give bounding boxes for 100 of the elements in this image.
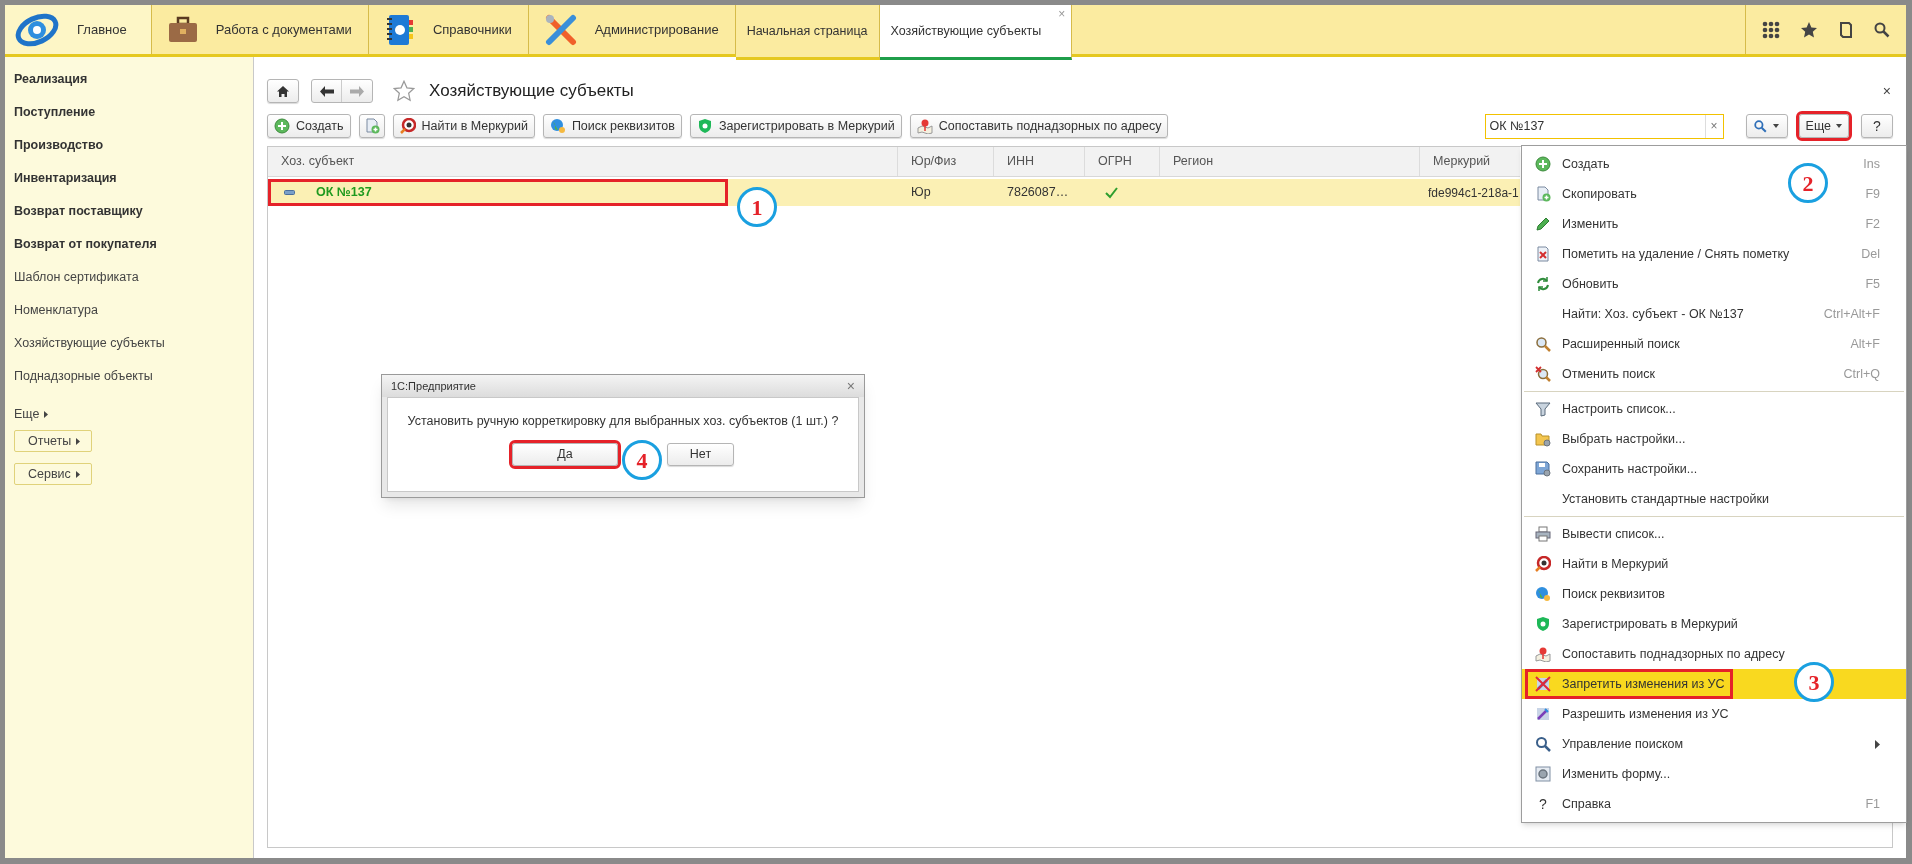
search-field[interactable]: ОК №137 × xyxy=(1484,113,1724,139)
document-plus-icon xyxy=(1535,186,1551,202)
globe-icon xyxy=(549,118,566,134)
dialog-message: Установить ручную корреткировку для выбранных хоз. субъектов (1 шт.) ? xyxy=(407,413,839,430)
pencil-document-icon xyxy=(1535,706,1551,722)
table-cell-text: fde994c1-218a-1 xyxy=(1427,184,1520,202)
search-icon[interactable] xyxy=(1874,21,1890,38)
menu-item[interactable]: Создать xyxy=(1525,149,1618,179)
help-button[interactable]: ? xyxy=(1861,114,1893,138)
sidebar-item[interactable]: Возврат поставщику xyxy=(14,203,253,236)
menu-item[interactable]: Выбрать настройки... xyxy=(1525,424,1694,454)
caret-icon xyxy=(76,437,81,445)
section-tab[interactable]: Справочники xyxy=(368,5,529,54)
menu-item[interactable]: Обновить xyxy=(1525,269,1627,299)
section-tab[interactable]: Главное xyxy=(5,5,152,54)
menu-item[interactable]: Сопоставить поднадзорных по адресу xyxy=(1525,639,1793,669)
caret-icon xyxy=(75,470,80,478)
toolbar-button[interactable]: Создать xyxy=(267,114,351,138)
sidebar-item[interactable]: Реализация xyxy=(14,71,253,104)
dialog-title: 1С:Предприятие xyxy=(391,378,476,394)
close-dialog-button[interactable]: × xyxy=(846,379,855,393)
menu-item[interactable]: Найти в Меркурий xyxy=(1525,549,1677,579)
search-button[interactable] xyxy=(1745,114,1788,138)
toolbar-button[interactable]: Зарегистрировать в Меркурий xyxy=(689,114,902,138)
table-cell-text: 7826087… xyxy=(1006,184,1070,202)
apps-grid-icon[interactable] xyxy=(1762,20,1780,39)
menu-item[interactable]: Сохранить настройки... xyxy=(1525,454,1706,484)
globe-icon xyxy=(1535,586,1551,602)
menu-item[interactable]: Изменить форму... xyxy=(1525,759,1679,789)
column-header[interactable]: ИНН xyxy=(994,147,1085,176)
page-tab[interactable]: Хозяйствующие субъекты × xyxy=(879,5,1073,60)
star-icon[interactable] xyxy=(1800,20,1818,39)
toolbar-button[interactable]: Найти в Меркурий xyxy=(392,114,535,138)
printer-icon xyxy=(1535,526,1551,542)
sidebar-button[interactable]: Сервис xyxy=(14,463,92,485)
menu-item[interactable]: Управление поиском xyxy=(1525,729,1692,759)
shortcut-label: Del xyxy=(1861,245,1880,263)
menu-item[interactable]: Изменить xyxy=(1525,209,1627,239)
menu-item[interactable]: Разрешить изменения из УС xyxy=(1525,699,1737,729)
shortcut-label: F9 xyxy=(1865,185,1880,203)
arrow-right-icon xyxy=(350,85,364,97)
sidebar-item[interactable]: Хозяйствующие субъекты xyxy=(14,335,253,368)
sidebar-item[interactable]: Поднадзорные объекты xyxy=(14,368,253,401)
menu-item[interactable]: Вывести список... xyxy=(1525,519,1673,549)
folder-gear-icon xyxy=(1535,431,1551,447)
caret-icon xyxy=(1773,124,1780,128)
shortcut-label: Ctrl+Alt+F xyxy=(1823,305,1880,323)
shield-icon xyxy=(1535,616,1551,632)
shortcut-label: F1 xyxy=(1865,795,1880,813)
menu-item[interactable]: Зарегистрировать в Меркурий xyxy=(1525,609,1746,639)
toolbar-button[interactable]: Поиск реквизитов xyxy=(542,114,682,138)
column-header[interactable]: Регион xyxy=(1160,147,1420,176)
dialog-button[interactable]: Да xyxy=(512,442,618,466)
pencil-icon xyxy=(1535,216,1551,232)
section-tab[interactable]: Администрирование xyxy=(528,5,736,54)
star-outline-icon[interactable] xyxy=(393,80,415,102)
plus-circle-icon xyxy=(1535,156,1551,172)
shortcut-label: F2 xyxy=(1865,215,1880,233)
sidebar-item[interactable]: Производство xyxy=(14,137,253,170)
sidebar-item[interactable]: Поступление xyxy=(14,104,253,137)
column-header[interactable]: ОГРН xyxy=(1085,147,1160,176)
dialog-button[interactable]: Нет xyxy=(667,442,734,466)
help-icon: ? xyxy=(1539,793,1547,815)
sidebar-item[interactable]: Шаблон сертификата xyxy=(14,269,253,302)
menu-item[interactable]: Отменить поиск xyxy=(1525,359,1663,389)
magnifier-icon xyxy=(1535,336,1551,352)
menu-item[interactable]: Расширенный поиск xyxy=(1525,329,1688,359)
menu-item[interactable]: Найти: Хоз. субъект - ОК №137 xyxy=(1525,299,1752,329)
column-header[interactable]: Юр/Физ xyxy=(898,147,994,176)
clear-button[interactable]: × xyxy=(1704,114,1723,138)
disk-gear-icon xyxy=(1535,461,1551,477)
section-tab[interactable]: Работа с документами xyxy=(151,5,369,54)
home-button[interactable] xyxy=(267,79,299,103)
menu-item[interactable]: Скопировать xyxy=(1525,179,1645,209)
toolbar-button[interactable]: Сопоставить поднадзорных по адресу xyxy=(909,114,1169,138)
sidebar-button[interactable]: Отчеты xyxy=(14,430,92,452)
briefcase-icon xyxy=(167,15,198,44)
shortcut-label: Alt+F xyxy=(1850,335,1880,353)
menu-item[interactable]: ? Справка xyxy=(1525,789,1620,819)
menu-item[interactable]: Настроить список... xyxy=(1525,394,1684,424)
sidebar-item[interactable]: Возврат от покупателя xyxy=(14,236,253,269)
page-tab[interactable]: Начальная страница xyxy=(735,5,880,60)
menu-item[interactable]: Запретить изменения из УС xyxy=(1525,669,1733,699)
plus-circle-icon xyxy=(274,118,290,134)
sidebar-item[interactable]: Номенклатура xyxy=(14,302,253,335)
shield-icon xyxy=(696,118,713,134)
menu-item[interactable]: Пометить на удаление / Снять пометку xyxy=(1525,239,1798,269)
close-form-button[interactable]: × xyxy=(1882,80,1891,102)
more-link[interactable]: Еще xyxy=(14,405,40,424)
search-icon xyxy=(1754,119,1768,133)
arrow-left-icon xyxy=(319,85,334,97)
sidebar-item[interactable]: Инвентаризация xyxy=(14,170,253,203)
wrench-screwdriver-icon xyxy=(544,13,577,46)
more-button[interactable]: Еще xyxy=(1798,114,1849,138)
minus-icon xyxy=(284,190,295,195)
column-header[interactable]: Хоз. субъект xyxy=(268,147,898,176)
menu-item[interactable]: Поиск реквизитов xyxy=(1525,579,1673,609)
refresh-icon xyxy=(1535,276,1551,292)
column-header[interactable]: Меркурий xyxy=(1420,147,1520,176)
menu-item[interactable]: Установить стандартные настройки xyxy=(1525,484,1777,514)
